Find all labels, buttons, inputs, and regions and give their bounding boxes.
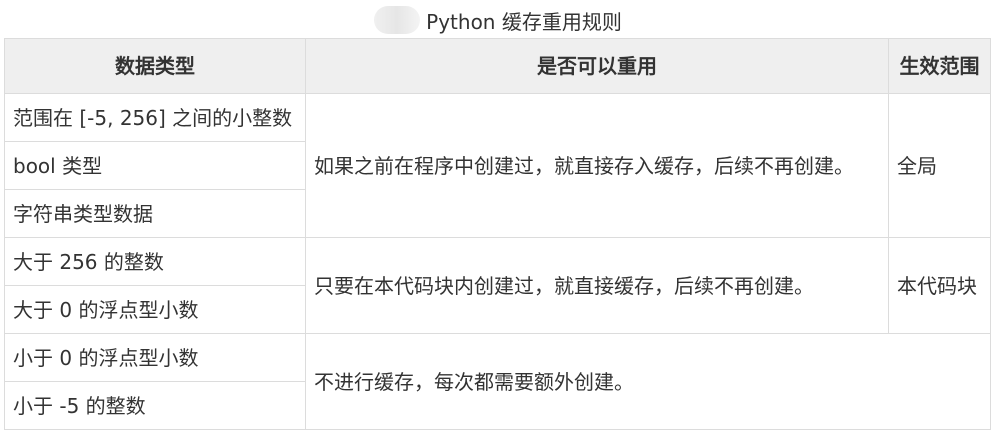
type-cell: 小于 0 的浮点型小数 [4,333,306,382]
type-cell: 范围在 [-5, 256] 之间的小整数 [4,93,306,142]
caption-decoration-icon [374,6,421,34]
header-reusable: 是否可以重用 [305,38,889,94]
table-row: 大于 256 的整数 只要在本代码块内创建过，就直接缓存，后续不再创建。 本代码… [4,237,991,334]
reuse-cell: 如果之前在程序中创建过，就直接存入缓存，后续不再创建。 [305,93,889,238]
reuse-cell: 只要在本代码块内创建过，就直接缓存，后续不再创建。 [305,237,889,334]
table-row: 范围在 [-5, 256] 之间的小整数 如果之前在程序中创建过，就直接存入缓存… [4,93,991,238]
table-caption: Python 缓存重用规则 [0,4,996,36]
scope-cell: 本代码块 [888,237,991,334]
cache-rules-table: 数据类型 是否可以重用 生效范围 范围在 [-5, 256] 之间的小整数 如果… [4,38,991,430]
type-cell: 大于 0 的浮点型小数 [4,285,306,334]
type-cell: 大于 256 的整数 [4,237,306,286]
table-row: 小于 0 的浮点型小数 不进行缓存，每次都需要额外创建。 [4,333,991,430]
type-cell: bool 类型 [4,141,306,190]
type-cell: 字符串类型数据 [4,189,306,238]
caption-title: Python 缓存重用规则 [426,9,622,34]
page: Python 缓存重用规则 数据类型 是否可以重用 生效范围 范围在 [-5, … [0,0,996,434]
header-scope: 生效范围 [888,38,991,94]
table-header-row: 数据类型 是否可以重用 生效范围 [4,38,991,94]
header-data-type: 数据类型 [4,38,306,94]
scope-cell: 全局 [888,93,991,238]
reuse-cell: 不进行缓存，每次都需要额外创建。 [305,333,991,430]
type-cell: 小于 -5 的整数 [4,381,306,430]
